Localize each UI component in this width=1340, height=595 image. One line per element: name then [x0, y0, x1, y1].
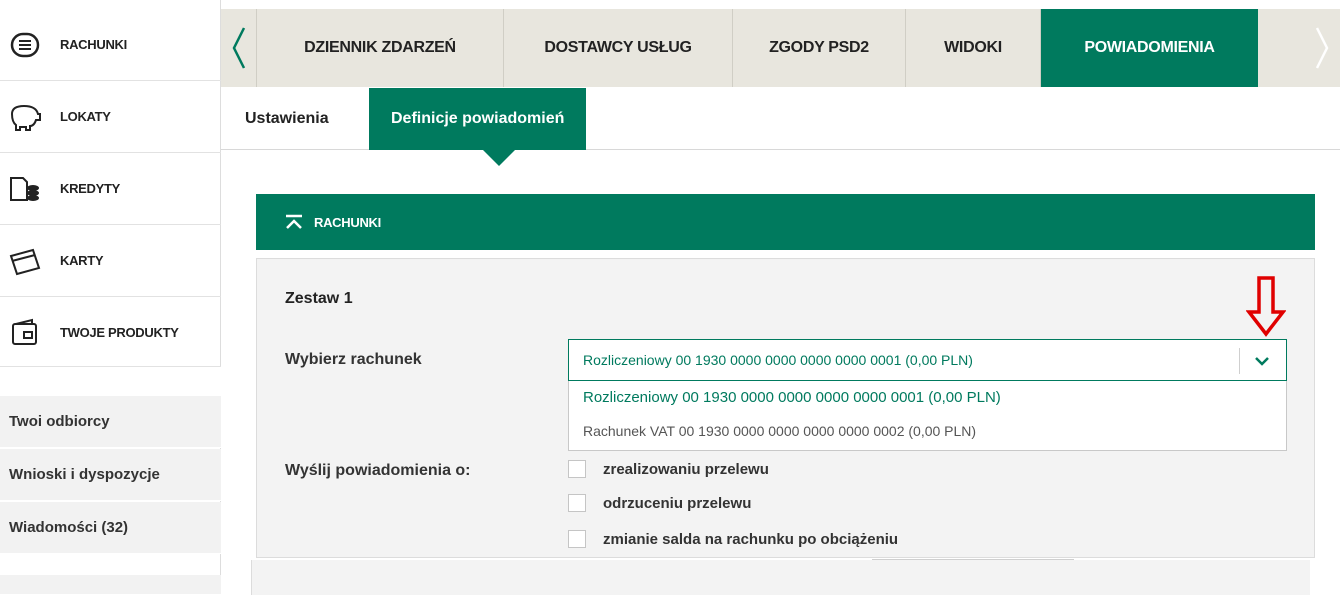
tab-dziennik-zdarzen[interactable]: DZIENNIK ZDARZEŃ: [257, 9, 504, 87]
chevron-down-icon[interactable]: [1249, 350, 1275, 372]
tab-powiadomienia[interactable]: POWIADOMIENIA: [1041, 9, 1258, 87]
checkbox-row-zmiana-salda[interactable]: zmianie salda na rachunku po obciążeniu: [568, 528, 898, 550]
sidebar-link-wiadomosci[interactable]: Wiadomości (32): [0, 502, 221, 554]
wallet-icon: [8, 318, 42, 348]
tab-dostawcy-uslug[interactable]: DOSTAWCY USŁUG: [504, 9, 733, 87]
checkbox-label: zmianie salda na rachunku po obciążeniu: [603, 530, 899, 548]
chevron-right-icon: [1315, 27, 1329, 69]
annotation-arrow-down-icon: [1246, 276, 1286, 337]
sidebar-link-twoi-odbiorcy[interactable]: Twoi odbiorcy: [0, 396, 221, 448]
tab-widoki[interactable]: WIDOKI: [906, 9, 1041, 87]
checkbox[interactable]: [568, 530, 586, 548]
sidebar-item-label: LOKATY: [60, 109, 111, 124]
accounts-list-icon: [8, 30, 42, 60]
next-panel-stub: [251, 560, 1310, 595]
checkbox-row-zrealizowanie[interactable]: zrealizowaniu przelewu: [568, 458, 769, 480]
card-icon: [8, 246, 42, 276]
divider: [872, 559, 1074, 560]
checkbox[interactable]: [568, 494, 586, 512]
sidebar-link-cut[interactable]: [0, 575, 221, 595]
subtab-ustawienia[interactable]: Ustawienia: [245, 88, 329, 150]
account-select[interactable]: Rozliczeniowy 00 1930 0000 0000 0000 000…: [568, 339, 1287, 381]
sidebar-divider: [0, 366, 221, 396]
sidebar: RACHUNKI LOKATY KREDYTY KARTY TWOJE PROD…: [0, 0, 221, 595]
sidebar-item-label: TWOJE PRODUKTY: [60, 325, 179, 340]
sidebar-item-label: KARTY: [60, 253, 104, 268]
tabs-scroll-left-button[interactable]: [221, 9, 257, 87]
collapse-up-icon: [286, 214, 302, 229]
tab-zgody-psd2[interactable]: ZGODY PSD2: [733, 9, 906, 87]
piggy-bank-icon: [8, 102, 42, 132]
loan-coins-icon: [8, 174, 42, 204]
chevron-left-icon: [232, 27, 245, 69]
sub-tabs-bar: Ustawienia Definicje powiadomień: [221, 88, 1340, 150]
account-option[interactable]: Rozliczeniowy 00 1930 0000 0000 0000 000…: [583, 389, 1001, 406]
account-option[interactable]: Rachunek VAT 00 1930 0000 0000 0000 0000…: [583, 423, 976, 439]
account-dropdown-list: Rozliczeniowy 00 1930 0000 0000 0000 000…: [568, 381, 1287, 451]
section-header-rachunki[interactable]: RACHUNKI: [256, 194, 1315, 250]
checkbox-label: odrzuceniu przelewu: [603, 494, 752, 512]
notify-label: Wyślij powiadomienia o:: [285, 462, 471, 479]
sidebar-item-twoje-produkty[interactable]: TWOJE PRODUKTY: [0, 297, 221, 369]
sidebar-item-rachunki[interactable]: RACHUNKI: [0, 9, 221, 81]
sidebar-item-karty[interactable]: KARTY: [0, 225, 221, 297]
sidebar-item-lokaty[interactable]: LOKATY: [0, 81, 221, 153]
set-title: Zestaw 1: [285, 290, 353, 307]
active-subtab-pointer: [483, 150, 515, 166]
tabs-scroll-right-button[interactable]: [1304, 9, 1340, 87]
checkbox-row-odrzucenie[interactable]: odrzuceniu przelewu: [568, 492, 751, 514]
account-select-label: Wybierz rachunek: [285, 351, 422, 368]
subtab-definicje-powiadomien[interactable]: Definicje powiadomień: [369, 88, 587, 150]
sidebar-link-wnioski[interactable]: Wnioski i dyspozycje: [0, 449, 221, 501]
sidebar-item-kredyty[interactable]: KREDYTY: [0, 153, 221, 225]
checkbox-label: zrealizowaniu przelewu: [603, 460, 769, 478]
sidebar-item-label: KREDYTY: [60, 181, 121, 196]
account-select-value: Rozliczeniowy 00 1930 0000 0000 0000 000…: [583, 352, 973, 368]
sidebar-item-label: RACHUNKI: [60, 37, 127, 52]
section-title: RACHUNKI: [314, 214, 381, 230]
checkbox[interactable]: [568, 460, 586, 478]
select-separator: [1239, 348, 1240, 374]
